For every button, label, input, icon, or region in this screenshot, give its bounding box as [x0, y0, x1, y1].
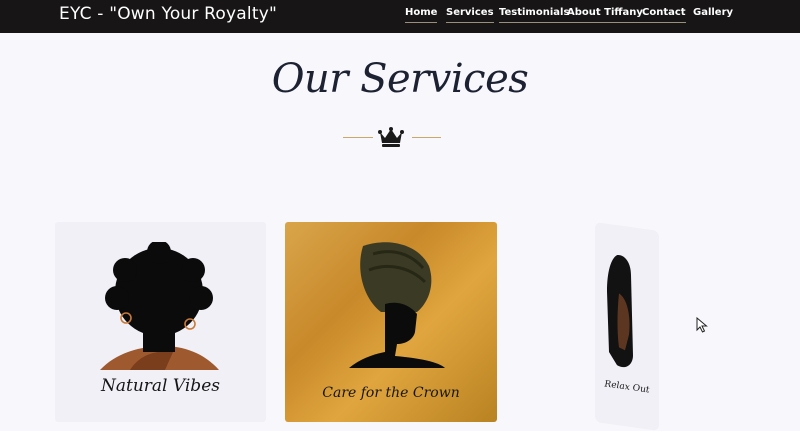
brand-logo-text[interactable]: EYC - "Own Your Royalty" — [59, 4, 277, 24]
natural-hair-woman-icon — [100, 242, 219, 370]
service-card-caption: Relax Out — [604, 379, 650, 396]
nav-link-services[interactable]: Services — [446, 7, 494, 23]
service-card-caption: Natural Vibes — [101, 376, 220, 396]
nav-link-gallery[interactable]: Gallery — [693, 7, 733, 22]
service-card-natural-vibes[interactable]: Natural Vibes — [55, 222, 266, 422]
top-navbar: EYC - "Own Your Royalty" Home Services T… — [0, 0, 800, 33]
nav-link-contact[interactable]: Contact — [642, 7, 686, 23]
service-card-care-for-the-crown[interactable]: Care for the Crown — [285, 222, 497, 422]
divider-right-line — [412, 137, 441, 138]
mouse-cursor-icon — [696, 317, 708, 333]
long-hair-woman-icon — [607, 255, 633, 368]
nav-link-testimonials[interactable]: Testimonials — [499, 7, 570, 23]
crown-icon — [378, 127, 404, 147]
nav-link-about-tiffany[interactable]: About Tiffany — [567, 7, 643, 23]
section-title: Our Services — [271, 56, 529, 102]
head-wrap-woman-icon — [349, 242, 445, 368]
service-card-caption: Care for the Crown — [322, 385, 460, 401]
divider-left-line — [343, 137, 373, 138]
service-card-relax-out[interactable]: Relax Out — [595, 222, 659, 431]
nav-link-home[interactable]: Home — [405, 7, 438, 23]
